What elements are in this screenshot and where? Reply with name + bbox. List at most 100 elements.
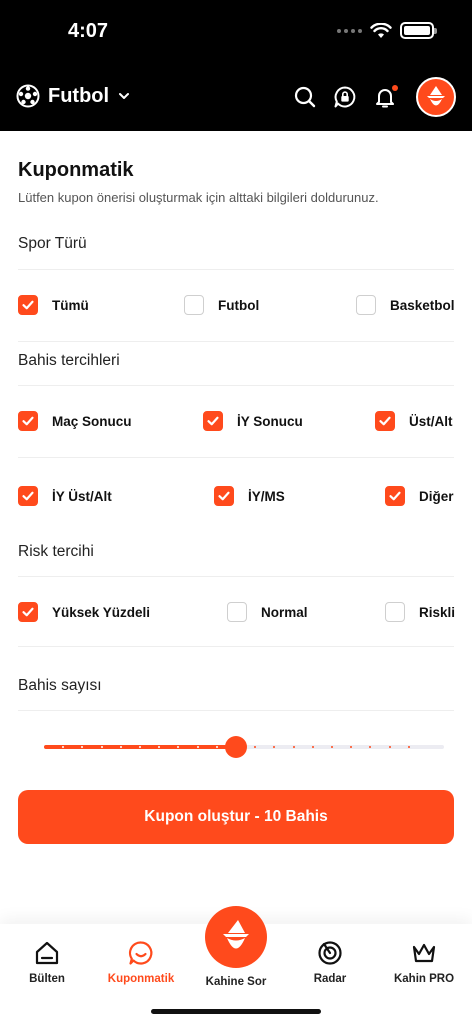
checkmark-icon bbox=[218, 491, 230, 501]
checkbox[interactable] bbox=[356, 295, 376, 315]
divider bbox=[18, 710, 454, 711]
bet-prefs-row-2: İY Üst/Alt İY/MS Diğer bbox=[18, 484, 454, 508]
option-iy-ms[interactable]: İY/MS bbox=[214, 484, 285, 508]
sport-type-options: Tümü Futbol Basketbol bbox=[18, 293, 455, 317]
private-chat-button[interactable] bbox=[332, 84, 358, 110]
option-label: Tümü bbox=[52, 297, 89, 313]
tab-radar[interactable]: Radar bbox=[283, 940, 377, 985]
checkmark-icon bbox=[379, 416, 391, 426]
signal-icon bbox=[337, 28, 362, 33]
bet-count-slider[interactable] bbox=[44, 735, 444, 759]
tab-label: Kahin PRO bbox=[393, 973, 455, 985]
notifications-button[interactable] bbox=[372, 84, 398, 110]
checkmark-icon bbox=[22, 300, 34, 310]
checkmark-icon bbox=[389, 491, 401, 501]
option-normal[interactable]: Normal bbox=[227, 600, 308, 624]
option-riskli[interactable]: Riskli bbox=[385, 600, 455, 624]
checkbox-checked[interactable] bbox=[18, 295, 38, 315]
search-button[interactable] bbox=[292, 84, 318, 110]
option-label: İY Üst/Alt bbox=[52, 488, 112, 504]
sport-selector[interactable]: Futbol bbox=[16, 84, 131, 108]
status-time: 4:07 bbox=[68, 20, 109, 42]
bet-count-label: Bahis sayısı bbox=[18, 677, 102, 694]
tab-kahine-sor[interactable]: Kahine Sor bbox=[204, 906, 268, 988]
battery-icon bbox=[400, 22, 437, 39]
profile-avatar[interactable] bbox=[416, 77, 456, 117]
create-coupon-button[interactable]: Kupon oluştur - 10 Bahis bbox=[18, 790, 454, 844]
sport-selector-label: Futbol bbox=[48, 84, 110, 107]
search-icon bbox=[294, 86, 316, 108]
checkbox-checked[interactable] bbox=[375, 411, 395, 431]
slider-tick bbox=[100, 746, 103, 748]
option-ust-alt[interactable]: Üst/Alt bbox=[375, 409, 453, 433]
checkbox-checked[interactable] bbox=[18, 602, 38, 622]
checkbox[interactable] bbox=[227, 602, 247, 622]
kahin-button[interactable] bbox=[205, 906, 267, 968]
crown-icon bbox=[412, 943, 436, 963]
checkbox-checked[interactable] bbox=[203, 411, 223, 431]
option-label: İY Sonucu bbox=[237, 413, 303, 429]
home-icon bbox=[35, 941, 59, 965]
home-indicator bbox=[151, 1009, 321, 1014]
football-icon bbox=[16, 84, 40, 108]
tab-kahin-pro[interactable]: Kahin PRO bbox=[377, 940, 471, 985]
sport-type-label: Spor Türü bbox=[18, 235, 87, 252]
slider-tick bbox=[388, 746, 391, 748]
checkbox[interactable] bbox=[184, 295, 204, 315]
checkbox-checked[interactable] bbox=[18, 486, 38, 506]
checkmark-icon bbox=[22, 491, 34, 501]
divider bbox=[18, 576, 454, 577]
option-label: İY/MS bbox=[248, 488, 285, 504]
checkbox[interactable] bbox=[385, 602, 405, 622]
slider-tick bbox=[196, 746, 199, 748]
status-icons bbox=[337, 22, 437, 39]
app-header: 4:07 Futbol bbox=[0, 0, 472, 131]
option-basketbol[interactable]: Basketbol bbox=[356, 293, 455, 317]
wizard-icon bbox=[427, 86, 445, 106]
bet-prefs-row-1: Maç Sonucu İY Sonucu Üst/Alt bbox=[18, 409, 454, 433]
divider bbox=[18, 341, 454, 342]
slider-tick bbox=[215, 746, 218, 748]
tab-label: Radar bbox=[313, 973, 347, 985]
option-label: Üst/Alt bbox=[409, 413, 453, 429]
chat-smile-icon bbox=[128, 941, 153, 965]
option-label: Normal bbox=[261, 604, 308, 620]
chevron-down-icon bbox=[119, 93, 130, 99]
slider-tick bbox=[331, 746, 333, 748]
option-tumu[interactable]: Tümü bbox=[18, 293, 89, 317]
risk-label: Risk tercihi bbox=[18, 543, 94, 560]
page-subtitle: Lütfen kupon önerisi oluşturmak için alt… bbox=[18, 190, 379, 205]
slider-tick bbox=[311, 746, 314, 748]
divider bbox=[18, 457, 454, 458]
bet-prefs-label: Bahis tercihleri bbox=[18, 352, 120, 369]
option-label: Futbol bbox=[218, 297, 260, 313]
slider-tick bbox=[407, 746, 410, 748]
option-mac-sonucu[interactable]: Maç Sonucu bbox=[18, 409, 132, 433]
option-diger[interactable]: Diğer bbox=[385, 484, 454, 508]
lock-chat-icon bbox=[334, 86, 356, 108]
checkbox-checked[interactable] bbox=[214, 486, 234, 506]
option-label: Yüksek Yüzdeli bbox=[52, 604, 151, 620]
header-actions bbox=[292, 77, 456, 117]
option-futbol[interactable]: Futbol bbox=[184, 293, 259, 317]
checkbox-checked[interactable] bbox=[18, 411, 38, 431]
option-label: Maç Sonucu bbox=[52, 413, 132, 429]
slider-tick bbox=[139, 746, 141, 748]
tab-kuponmatik[interactable]: Kuponmatik bbox=[94, 940, 188, 985]
checkmark-icon bbox=[207, 416, 219, 426]
checkbox-checked[interactable] bbox=[385, 486, 405, 506]
option-yuksek-yuzdeli[interactable]: Yüksek Yüzdeli bbox=[18, 600, 150, 624]
tab-label: Kuponmatik bbox=[107, 973, 175, 985]
wifi-icon bbox=[370, 22, 392, 38]
tab-bulten[interactable]: Bülten bbox=[0, 940, 94, 985]
slider-thumb[interactable] bbox=[225, 736, 247, 758]
option-label: Basketbol bbox=[390, 297, 455, 313]
page-title: Kuponmatik bbox=[18, 159, 134, 181]
option-iy-sonucu[interactable]: İY Sonucu bbox=[203, 409, 303, 433]
option-iy-ust-alt[interactable]: İY Üst/Alt bbox=[18, 484, 112, 508]
divider bbox=[18, 646, 454, 647]
divider bbox=[18, 269, 454, 270]
notification-dot bbox=[392, 85, 398, 91]
checkmark-icon bbox=[22, 607, 34, 617]
risk-options: Yüksek Yüzdeli Normal Riskli bbox=[18, 600, 455, 624]
